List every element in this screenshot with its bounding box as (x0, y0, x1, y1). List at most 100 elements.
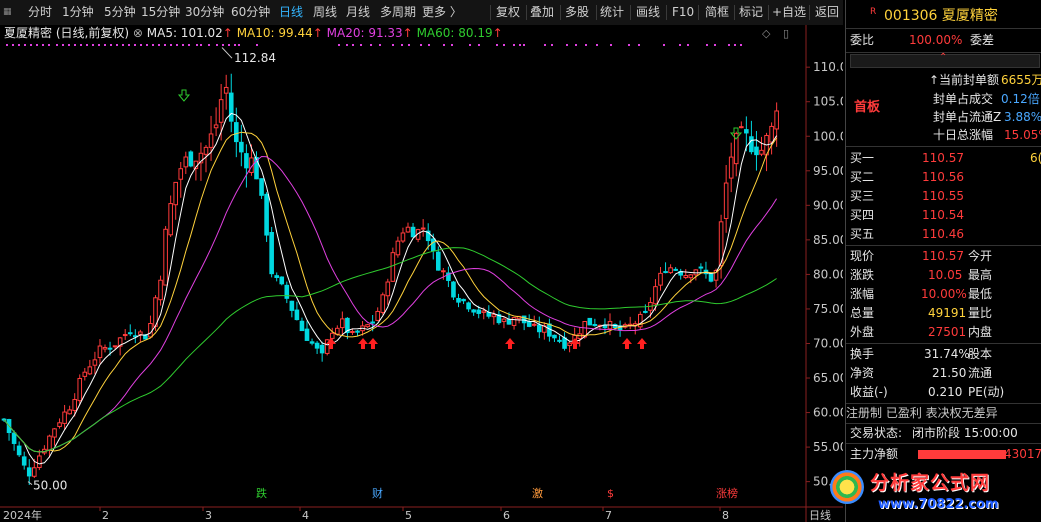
signal-dot (170, 44, 172, 46)
candle-body (92, 359, 98, 366)
signal-dot (6, 44, 8, 46)
watermark-logo: 分析家公式网 www.70822.com (826, 466, 1041, 522)
multi-stock-button[interactable]: 多股 (565, 0, 589, 25)
signal-dot (222, 44, 224, 46)
signal-dot (392, 44, 394, 46)
candle-body (380, 294, 386, 313)
candle-body (82, 371, 88, 377)
signal-dot (401, 44, 403, 46)
candle-body (547, 323, 552, 337)
candle-body (663, 271, 668, 274)
candle-body (744, 129, 749, 134)
tab-15min[interactable]: 15分钟 (141, 0, 180, 25)
kline-chart[interactable]: 110.0 105.0 100.0 95.00 90.00 85.00 80.00 75.00… (0, 25, 843, 522)
fuquan-button[interactable]: 复权 (496, 0, 520, 25)
candle-body (16, 445, 22, 456)
signal-dot (256, 44, 258, 46)
candle-body (32, 467, 37, 477)
candle-body (244, 153, 249, 169)
candle-body (395, 240, 401, 256)
y-tick-label: 110.0 (813, 60, 843, 74)
candle-body (259, 178, 264, 196)
candle-body (471, 309, 476, 313)
overlay-button[interactable]: 叠加 (530, 0, 554, 25)
tab-fenshi[interactable]: 分时 (28, 0, 52, 25)
candle-body (683, 275, 689, 279)
signal-dot (740, 44, 742, 46)
candle-body (562, 337, 567, 349)
signal-dot (116, 44, 118, 46)
candle-body (269, 232, 274, 275)
up-arrow-icon: ↑ (222, 26, 233, 40)
candle-body (481, 310, 487, 313)
signal-dot (370, 44, 372, 46)
mark-button[interactable]: 标记 (739, 0, 763, 25)
candle-body (112, 345, 118, 348)
x-tick-label: 3 (205, 509, 212, 522)
tab-daily[interactable]: 日线 (279, 0, 303, 25)
settings-icon[interactable]: ⊗ (133, 26, 143, 40)
draw-line-button[interactable]: 画线 (636, 0, 660, 25)
x-tick-label: 8 (722, 509, 729, 522)
candle-body (355, 330, 360, 333)
candle-body (309, 341, 315, 344)
add-watchlist-button[interactable]: +自选 (772, 0, 806, 25)
f10-button[interactable]: F10 (672, 0, 694, 25)
candle-body (511, 317, 517, 326)
tab-5min[interactable]: 5分钟 (104, 0, 136, 25)
candle-body (370, 321, 375, 324)
bid-row: 买四 110.54 (850, 208, 964, 222)
candle-body (759, 149, 764, 155)
signal-dot (663, 44, 665, 46)
candle-body (52, 428, 57, 438)
collapse-toggle[interactable]: ⌃ (850, 52, 1040, 68)
kline-chart-area[interactable]: 110.0 105.0 100.0 95.00 90.00 85.00 80.00 75.00… (0, 25, 843, 522)
candle-body (769, 125, 774, 143)
back-button[interactable]: 返回 (815, 0, 839, 25)
candle-body (208, 133, 214, 148)
tab-1min[interactable]: 1分钟 (62, 0, 94, 25)
tab-monthly[interactable]: 月线 (346, 0, 370, 25)
candle-body (587, 317, 593, 326)
candle-body (21, 456, 27, 466)
tab-weekly[interactable]: 周线 (313, 0, 337, 25)
candle-body (466, 302, 471, 310)
up-arrow-icon: ↑ (402, 26, 413, 40)
scroll-icon[interactable]: ▯ (783, 27, 789, 40)
ma5-label: MA5: 101.02 (146, 26, 223, 40)
candle-body (72, 399, 78, 411)
candle-body (537, 324, 542, 333)
event-label: 跌 (256, 486, 267, 500)
tab-more[interactable]: 更多 〉 (422, 0, 462, 25)
candle-body (526, 321, 532, 327)
tab-30min[interactable]: 30分钟 (185, 0, 224, 25)
menu-icon[interactable]: ▦ (3, 0, 12, 25)
candle-body (456, 297, 461, 303)
chevron-up-icon[interactable]: ⌃ (939, 52, 947, 63)
stock-name: 夏厦精密 (4, 26, 53, 40)
ma20-label: MA20: 91.33 (326, 26, 403, 40)
diamond-icon[interactable]: ◇ (762, 27, 770, 40)
event-label: $ (607, 487, 614, 500)
signal-dot (24, 44, 26, 46)
simple-frame-button[interactable]: 简框 (705, 0, 729, 25)
candle-body (698, 266, 704, 269)
signal-dot (18, 44, 20, 46)
signal-dot (610, 44, 612, 46)
signal-dot (687, 44, 689, 46)
candle-body (289, 300, 295, 311)
candle-body (11, 432, 17, 444)
candle-body (158, 279, 163, 301)
bid-row: 买五 110.46 (850, 227, 964, 241)
tab-multi-period[interactable]: 多周期 (380, 0, 416, 25)
signal-dot (238, 44, 240, 46)
candle-body (350, 330, 355, 333)
candle-body (668, 267, 673, 274)
candle-body (228, 92, 234, 122)
stat-row: 净资 21.50 流通 (850, 366, 993, 380)
stats-button[interactable]: 统计 (600, 0, 624, 25)
tab-60min[interactable]: 60分钟 (231, 0, 270, 25)
candle-body (87, 366, 93, 375)
candle-body (47, 435, 52, 451)
stat-row: 总量 49191 量比 (850, 306, 993, 320)
